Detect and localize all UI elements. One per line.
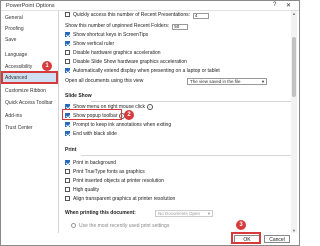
help-icon[interactable]: ? — [273, 2, 276, 8]
slide-show-hw-checkbox[interactable] — [65, 59, 70, 64]
options-sidebar: General Proofing Save Language Accessibi… — [1, 11, 59, 233]
close-icon[interactable]: ✕ — [286, 2, 291, 9]
sidebar-item-language[interactable]: Language — [1, 50, 57, 61]
high-quality-checkbox[interactable] — [65, 187, 70, 192]
chevron-down-icon: ▼ — [261, 79, 265, 84]
sidebar-item-quick-access-toolbar[interactable]: Quick Access Toolbar — [1, 98, 57, 109]
quick-access-label: Quickly access this number of Recent Pre… — [73, 12, 190, 18]
shortcut-keys-row[interactable]: Show shortcut keys in ScreenTips — [65, 31, 148, 39]
info-icon: i — [146, 104, 153, 110]
when-printing-label: When printing this document: — [65, 210, 136, 216]
title-bar: PowerPoint Options ? ✕ — [1, 1, 299, 11]
align-transparent-checkbox[interactable] — [65, 196, 70, 201]
disable-hw-row[interactable]: Disable hardware graphics acceleration — [65, 49, 161, 57]
ok-highlight-box — [231, 232, 261, 244]
document-select-value: No Documents Open — [158, 211, 201, 216]
popup-toolbar-highlight-box — [62, 109, 122, 120]
recent-settings-label: Use the most recently used print setting… — [79, 223, 170, 229]
open-docs-select[interactable]: The view saved in the file ▼ — [187, 78, 267, 85]
truetype-row[interactable]: Print TrueType fonts as graphics — [65, 168, 145, 176]
print-background-row[interactable]: Print in background — [65, 159, 116, 167]
shortcut-keys-label: Show shortcut keys in ScreenTips — [73, 32, 149, 38]
step-3-badge: 3 — [236, 220, 246, 230]
options-content: Quickly access this number of Recent Pre… — [59, 11, 295, 231]
open-docs-row: Open all documents using this view — [65, 77, 143, 85]
extend-display-checkbox[interactable] — [65, 68, 70, 73]
sidebar-item-trust-center[interactable]: Trust Center — [1, 123, 57, 134]
inserted-objects-row[interactable]: Print inserted objects at printer resolu… — [65, 177, 164, 185]
end-black-checkbox[interactable] — [65, 131, 70, 136]
slide-show-heading: Slide Show — [65, 93, 92, 99]
open-docs-value: The view saved in the file — [190, 79, 241, 84]
options-dialog: PowerPoint Options ? ✕ General Proofing … — [0, 0, 300, 246]
keep-annotations-row[interactable]: Prompt to keep ink annotations when exit… — [65, 121, 171, 129]
print-heading: Print — [65, 147, 77, 153]
content-scrollbar[interactable]: ▲ ▼ — [291, 11, 297, 233]
vertical-ruler-checkbox[interactable] — [65, 41, 70, 46]
extend-display-row[interactable]: Automatically extend display when presen… — [65, 67, 220, 75]
step-2-badge: 2 — [124, 110, 134, 120]
keep-annotations-checkbox[interactable] — [65, 122, 70, 127]
cancel-button[interactable]: Cancel — [264, 235, 290, 243]
inserted-objects-checkbox[interactable] — [65, 178, 70, 183]
shortcut-keys-checkbox[interactable] — [65, 32, 70, 37]
end-black-row[interactable]: End with black slide — [65, 130, 117, 138]
scroll-up-icon[interactable]: ▲ — [291, 11, 297, 16]
high-quality-row[interactable]: High quality — [65, 186, 99, 194]
inserted-objects-label: Print inserted objects at printer resolu… — [73, 178, 164, 184]
disable-hw-label: Disable hardware graphics acceleration — [73, 50, 161, 56]
keep-annotations-label: Prompt to keep ink annotations when exit… — [73, 122, 172, 128]
disable-hw-checkbox[interactable] — [65, 50, 70, 55]
step-1-badge: 1 — [42, 61, 52, 71]
recent-settings-radio[interactable] — [71, 223, 76, 228]
document-select[interactable]: No Documents Open ▼ — [155, 210, 213, 217]
quick-access-spinner[interactable]: 4 — [193, 13, 209, 19]
dialog-title: PowerPoint Options — [6, 3, 55, 9]
unpinned-spinner[interactable]: 50 — [172, 24, 189, 30]
sidebar-item-customize-ribbon[interactable]: Customize Ribbon — [1, 86, 57, 97]
slide-show-hw-row[interactable]: Disable Slide Show hardware graphics acc… — [65, 58, 187, 66]
sidebar-item-proofing[interactable]: Proofing — [1, 24, 57, 35]
print-background-checkbox[interactable] — [65, 160, 70, 165]
sidebar-item-general[interactable]: General — [1, 13, 57, 24]
truetype-checkbox[interactable] — [65, 169, 70, 174]
vertical-ruler-label: Show vertical ruler — [73, 41, 115, 47]
extend-display-label: Automatically extend display when presen… — [73, 68, 220, 74]
print-background-label: Print in background — [73, 160, 117, 166]
align-transparent-row[interactable]: Align transparent graphics at printer re… — [65, 195, 175, 203]
scroll-thumb[interactable] — [292, 37, 296, 97]
print-divider — [81, 155, 291, 156]
slide-show-hw-label: Disable Slide Show hardware graphics acc… — [73, 59, 187, 65]
truetype-label: Print TrueType fonts as graphics — [73, 169, 145, 175]
advanced-highlight-box — [1, 71, 58, 84]
high-quality-label: High quality — [73, 187, 100, 193]
unpinned-label: Show this number of unpinned Recent Fold… — [65, 23, 170, 29]
open-docs-label: Open all documents using this view — [65, 78, 144, 84]
end-black-label: End with black slide — [73, 131, 117, 137]
sidebar-item-save[interactable]: Save — [1, 35, 57, 46]
unpinned-folders-row: Show this number of unpinned Recent Fold… — [65, 22, 189, 30]
quick-access-row: Quickly access this number of Recent Pre… — [65, 11, 209, 19]
chevron-down-icon: ▼ — [207, 211, 211, 216]
sidebar-item-add-ins[interactable]: Add-ins — [1, 111, 57, 122]
slide-show-divider — [91, 101, 291, 102]
vertical-ruler-row[interactable]: Show vertical ruler — [65, 40, 114, 48]
align-transparent-label: Align transparent graphics at printer re… — [73, 196, 176, 202]
quick-access-checkbox[interactable] — [65, 12, 70, 17]
recent-settings-row[interactable]: Use the most recently used print setting… — [71, 222, 169, 230]
